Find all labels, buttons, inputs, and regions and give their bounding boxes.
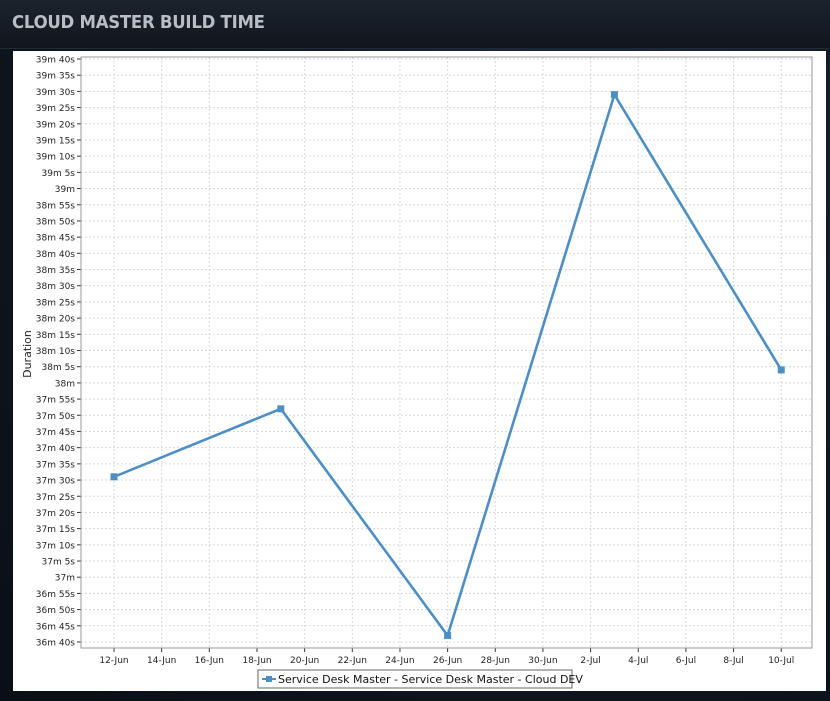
y-axis-label: Duration [21,330,34,378]
data-point-marker[interactable] [110,473,118,481]
y-tick-label: 38m 25s [36,298,76,308]
y-tick-label: 36m 50s [36,606,76,616]
x-tick-label: 4-Jul [628,656,648,666]
data-point-marker[interactable] [610,91,618,99]
x-tick-label: 28-Jun [481,656,510,666]
y-tick-label: 37m 20s [36,509,76,519]
plot-area-border [80,56,813,649]
y-tick-label: 37m 15s [36,525,76,535]
y-tick-label: 38m 5s [42,363,76,373]
x-tick-label: 30-Jun [528,656,557,666]
y-tick-label: 38m 10s [36,347,76,357]
x-tick-label: 2-Jul [580,656,600,666]
y-tick-label: 37m 40s [36,444,76,454]
x-tick-label: 20-Jun [290,656,319,666]
grid-lines [81,57,812,648]
y-tick-label: 39m 10s [36,153,76,163]
y-axis-ticks: 36m 40s 36m 45s 36m 50s 36m 55s 37m 37m 5s 37m… [36,56,81,649]
x-tick-label: 10-Jul [768,656,794,666]
y-tick-label: 38m 30s [36,282,76,292]
data-point-marker[interactable] [444,632,452,640]
title-bar: CLOUD MASTER BUILD TIME [0,0,830,49]
y-tick-label: 37m 45s [36,428,76,438]
y-tick-label: 38m 15s [36,331,76,341]
y-tick-label: 38m 55s [36,201,76,211]
page-title: CLOUD MASTER BUILD TIME [12,12,265,33]
y-tick-label: 39m [55,185,75,195]
x-tick-label: 14-Jun [147,656,176,666]
legend-series-label: Service Desk Master - Service Desk Maste… [278,673,583,686]
x-axis-ticks: 12-Jun 14-Jun 16-Jun 18-Jun 20-Jun 22-Jun 24-J… [99,648,794,666]
chart-panel: 36m 40s 36m 45s 36m 50s 36m 55s 37m 37m 5s 37m… [13,51,826,691]
y-tick-label: 36m 40s [36,639,76,649]
y-tick-label: 38m 50s [36,217,76,227]
y-tick-label: 39m 15s [36,136,76,146]
y-tick-label: 38m 40s [36,250,76,260]
y-tick-label: 39m 20s [36,120,76,130]
y-tick-label: 37m 10s [36,541,76,551]
x-tick-label: 6-Jul [676,656,696,666]
x-tick-label: 16-Jun [195,656,224,666]
x-tick-label: 12-Jun [99,656,128,666]
y-tick-label: 36m 45s [36,622,76,632]
y-tick-label: 39m 30s [36,88,76,98]
y-tick-label: 39m 35s [36,72,76,82]
x-tick-label: 26-Jun [433,656,462,666]
x-tick-label: 22-Jun [338,656,367,666]
y-tick-label: 38m [55,379,75,389]
y-tick-label: 37m [55,574,75,584]
legend-marker-swatch [266,676,272,682]
y-tick-label: 37m 35s [36,460,76,470]
legend: Service Desk Master - Service Desk Maste… [257,669,583,689]
y-tick-label: 39m 25s [36,104,76,114]
x-tick-label: 24-Jun [385,656,414,666]
y-tick-label: 36m 55s [36,590,76,600]
y-tick-label: 39m 40s [36,56,76,66]
y-tick-label: 38m 45s [36,234,76,244]
y-tick-label: 37m 25s [36,493,76,503]
y-tick-label: 37m 5s [42,558,76,568]
y-tick-label: 39m 5s [42,169,76,179]
y-tick-label: 37m 50s [36,412,76,422]
x-tick-label: 18-Jun [242,656,271,666]
dashboard-background: CLOUD MASTER BUILD TIME 36m 40s 36m 45s 36… [0,0,830,701]
data-point-marker[interactable] [777,366,785,374]
y-tick-label: 38m 35s [36,266,76,276]
y-tick-label: 37m 55s [36,396,76,406]
x-tick-label: 8-Jul [723,656,743,666]
line-chart: 36m 40s 36m 45s 36m 50s 36m 55s 37m 37m 5s 37m… [21,56,813,689]
data-point-marker[interactable] [277,405,285,413]
y-tick-label: 38m 20s [36,315,76,325]
y-tick-label: 37m 30s [36,477,76,487]
